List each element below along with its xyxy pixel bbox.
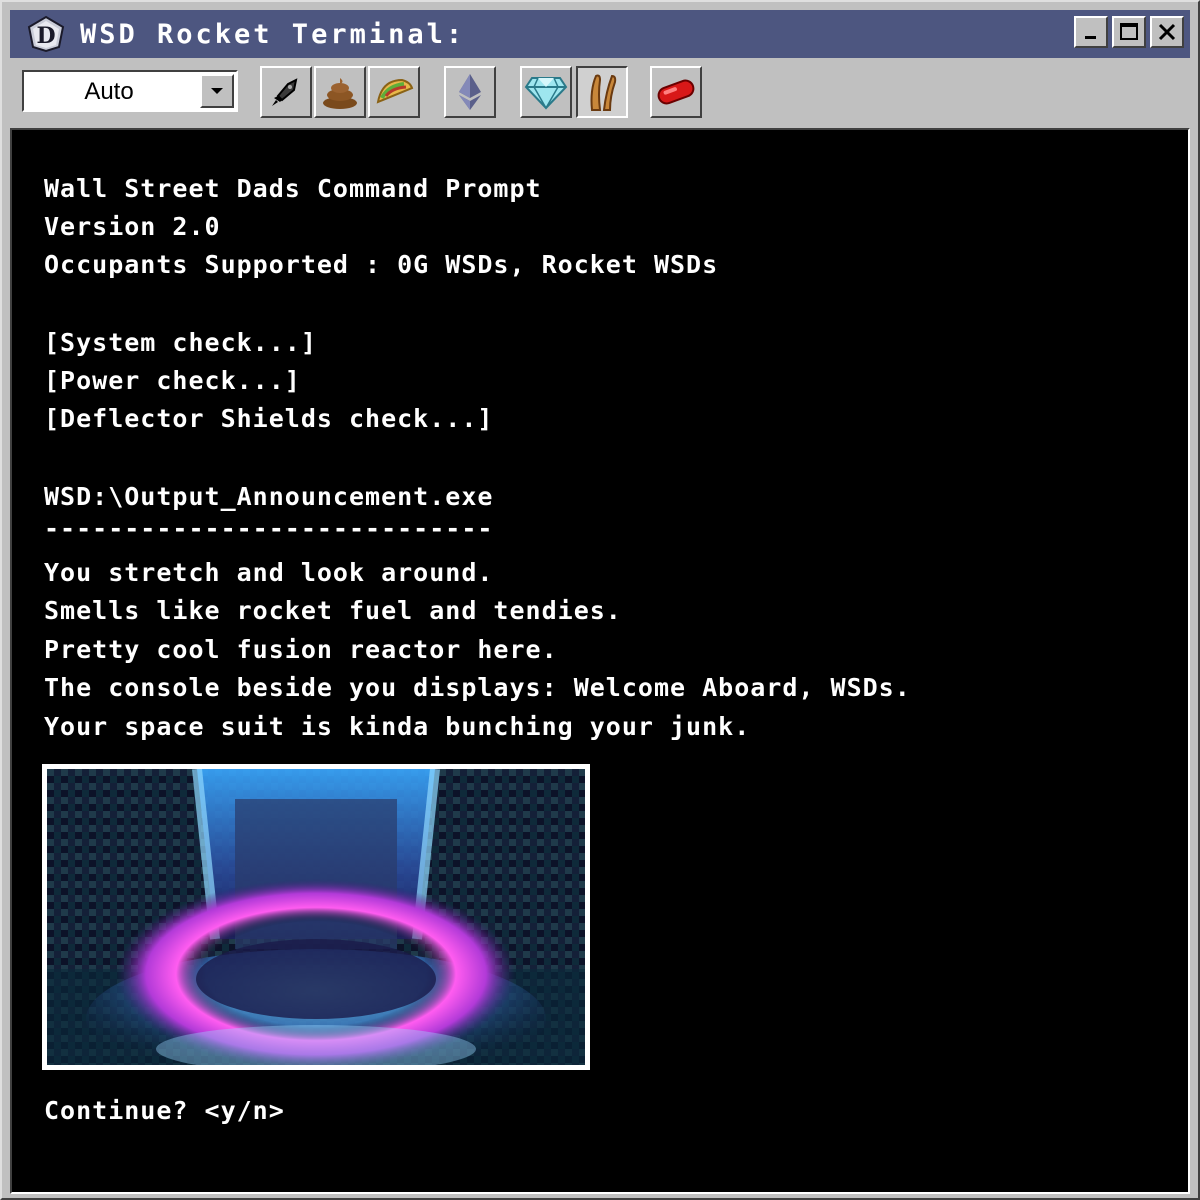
terminal-window: D WSD Rocket Terminal: Auto Wall Street … <box>0 0 1200 1200</box>
app-logo-icon: D <box>24 14 68 54</box>
red-pill-button[interactable] <box>650 66 702 118</box>
title-bar[interactable]: D WSD Rocket Terminal: <box>10 10 1190 58</box>
check-line: [System check...] <box>44 328 317 357</box>
minimize-icon <box>1085 36 1096 39</box>
rocket-button[interactable] <box>260 66 312 118</box>
close-icon <box>1158 23 1176 41</box>
output-line: Pretty cool fusion reactor here. <box>44 635 558 664</box>
check-line: [Power check...] <box>44 366 301 395</box>
output-line: Your space suit is kinda bunching your j… <box>44 712 751 741</box>
diamond-icon <box>524 77 568 110</box>
close-button[interactable] <box>1150 16 1184 48</box>
command-line: WSD:\Output_Announcement.exe <box>44 482 494 511</box>
svg-text:D: D <box>36 23 55 49</box>
separator-line: ---------------------------- <box>44 514 494 543</box>
fusion-reactor-image <box>42 764 590 1070</box>
terminal-console[interactable]: Wall Street Dads Command Prompt Version … <box>10 128 1190 1194</box>
window-controls <box>1074 16 1184 48</box>
taco-button[interactable] <box>368 66 420 118</box>
taco-icon <box>376 78 414 104</box>
poop-button[interactable] <box>314 66 366 118</box>
continue-prompt[interactable]: Continue? <y/n> <box>44 1096 285 1125</box>
ethereum-button[interactable] <box>444 66 496 118</box>
toolbar: Auto <box>10 62 1190 122</box>
header-line: Version 2.0 <box>44 212 221 241</box>
hands-button[interactable] <box>576 66 628 118</box>
window-title: WSD Rocket Terminal: <box>80 18 466 50</box>
maximize-button[interactable] <box>1112 16 1146 48</box>
poop-icon <box>323 78 357 109</box>
header-line: Wall Street Dads Command Prompt <box>44 174 542 203</box>
rocket-icon <box>272 78 298 106</box>
output-line: You stretch and look around. <box>44 558 494 587</box>
header-line: Occupants Supported : 0G WSDs, Rocket WS… <box>44 250 719 279</box>
diamond-button[interactable] <box>520 66 572 118</box>
check-line: [Deflector Shields check...] <box>44 404 494 433</box>
ethereum-icon <box>459 74 481 110</box>
minimize-button[interactable] <box>1074 16 1108 48</box>
hands-icon <box>590 74 617 111</box>
maximize-icon <box>1120 23 1138 40</box>
mode-select[interactable]: Auto <box>22 70 238 112</box>
mode-select-value: Auto <box>84 78 134 105</box>
output-line: Smells like rocket fuel and tendies. <box>44 596 622 625</box>
chevron-down-icon <box>211 88 223 94</box>
red-pill-icon <box>657 79 695 105</box>
output-line: The console beside you displays: Welcome… <box>44 673 911 702</box>
dropdown-arrow-button[interactable] <box>200 74 234 108</box>
